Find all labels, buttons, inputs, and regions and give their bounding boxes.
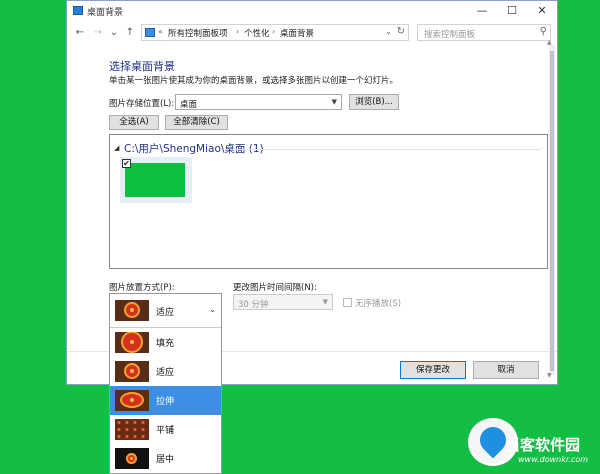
- position-option-center[interactable]: 居中: [110, 444, 221, 473]
- position-option-label: 平铺: [156, 426, 175, 436]
- recent-locations-icon[interactable]: ⌄: [107, 26, 121, 40]
- breadcrumb-desktop-background[interactable]: 桌面背景: [280, 27, 314, 39]
- shuffle-checkbox[interactable]: [343, 298, 352, 307]
- scrollbar-thumb[interactable]: [550, 51, 554, 371]
- picture-list[interactable]: ◢ C:\用户\ShengMiao\桌面 (1) ✔: [109, 134, 548, 269]
- group-divider: [230, 149, 541, 150]
- title-bar: 桌面背景 — ☐ ✕: [67, 1, 557, 21]
- refresh-icon[interactable]: ↻: [397, 26, 405, 37]
- watermark-name: 当客软件园: [505, 436, 581, 454]
- overflow-chevron-icon[interactable]: «: [158, 27, 163, 36]
- position-option-fit[interactable]: 适应: [110, 357, 221, 386]
- chevron-down-icon: ⌄: [209, 305, 216, 314]
- position-option-label: 居中: [156, 455, 175, 465]
- vertical-scrollbar[interactable]: ▲ ▼: [547, 39, 555, 379]
- close-button[interactable]: ✕: [527, 1, 557, 21]
- search-icon: ⚲: [539, 26, 547, 37]
- search-placeholder[interactable]: 搜索控制面板: [424, 28, 475, 40]
- navigation-bar: ← → ⌄ ↑ « 所有控制面板项 › 个性化 › 桌面背景 ⌄ ↻ 搜索控制面…: [67, 21, 557, 45]
- maximize-button[interactable]: ☐: [497, 1, 527, 21]
- search-box[interactable]: 搜索控制面板 ⚲: [417, 24, 551, 41]
- interval-value: 30 分钟: [238, 300, 269, 310]
- back-arrow-icon[interactable]: ←: [73, 26, 87, 40]
- breadcrumb-separator[interactable]: ›: [236, 27, 239, 36]
- position-option-label: 拉伸: [156, 397, 175, 407]
- breadcrumb-all-items[interactable]: 所有控制面板项: [168, 27, 228, 39]
- shuffle-label[interactable]: 无序播放(S): [355, 297, 401, 309]
- save-changes-button[interactable]: 保存更改: [400, 361, 466, 379]
- minimize-button[interactable]: —: [467, 1, 497, 21]
- address-dropdown-icon[interactable]: ⌄: [385, 27, 392, 36]
- clear-all-button[interactable]: 全部清除(C): [165, 115, 228, 130]
- collapse-triangle-icon[interactable]: ◢: [114, 144, 119, 152]
- position-selected-value: 适应: [156, 308, 175, 318]
- position-select[interactable]: 适应 ⌄: [110, 294, 221, 328]
- breadcrumb-personalization[interactable]: 个性化: [244, 27, 270, 39]
- control-panel-icon: [73, 6, 83, 15]
- fit-thumbnail-icon: [115, 361, 149, 382]
- control-panel-icon: [145, 28, 155, 37]
- page-heading: 选择桌面背景: [109, 60, 175, 73]
- page-description: 单击某一张图片使其成为你的桌面背景，或选择多张图片以创建一个幻灯片。: [109, 76, 399, 86]
- browse-button[interactable]: 浏览(B)...: [349, 94, 399, 110]
- breadcrumb-separator[interactable]: ›: [272, 27, 275, 36]
- address-bar[interactable]: « 所有控制面板项 › 个性化 › 桌面背景 ⌄ ↻: [141, 24, 409, 41]
- center-thumbnail-icon: [115, 448, 149, 469]
- position-option-label: 填充: [156, 339, 175, 349]
- position-dropdown[interactable]: 适应 ⌄ 填充 适应 拉伸 平铺 居中: [109, 293, 222, 474]
- interval-label: 更改图片时间间隔(N):: [233, 283, 317, 293]
- position-option-fill[interactable]: 填充: [110, 328, 221, 357]
- interval-select[interactable]: 30 分钟 ▼: [233, 294, 333, 310]
- picture-thumbnail[interactable]: [125, 163, 185, 197]
- watermark-url: www.downkr.com: [518, 455, 589, 464]
- stretch-thumbnail-icon: [115, 390, 149, 411]
- tile-thumbnail-icon: [115, 419, 149, 440]
- forward-arrow-icon[interactable]: →: [91, 26, 105, 40]
- position-label: 图片放置方式(P):: [109, 283, 175, 293]
- location-select[interactable]: 桌面 ▼: [175, 94, 342, 110]
- picture-item[interactable]: ✔: [120, 157, 192, 203]
- flower-thumbnail-icon: [115, 300, 149, 321]
- chevron-down-icon: ▼: [322, 298, 328, 306]
- scroll-down-icon[interactable]: ▼: [547, 372, 552, 379]
- location-value: 桌面: [180, 100, 198, 110]
- location-label: 图片存储位置(L):: [109, 99, 175, 109]
- window-title: 桌面背景: [87, 8, 124, 18]
- fill-thumbnail-icon: [115, 332, 149, 353]
- select-all-button[interactable]: 全选(A): [109, 115, 159, 130]
- picture-checkbox[interactable]: ✔: [122, 159, 131, 168]
- position-option-stretch[interactable]: 拉伸: [110, 386, 221, 415]
- scroll-up-icon[interactable]: ▲: [547, 39, 552, 46]
- up-arrow-icon[interactable]: ↑: [123, 26, 137, 40]
- cancel-button[interactable]: 取消: [473, 361, 539, 379]
- chevron-down-icon: ▼: [331, 98, 337, 106]
- position-option-label: 适应: [156, 368, 175, 378]
- position-option-tile[interactable]: 平铺: [110, 415, 221, 444]
